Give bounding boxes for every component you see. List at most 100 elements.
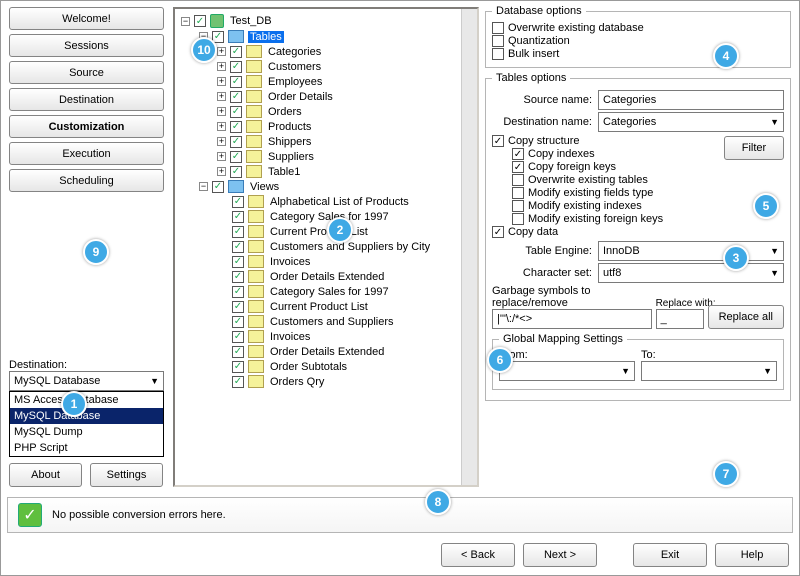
checkbox[interactable]: ✓ bbox=[232, 301, 244, 313]
tree-table-item[interactable]: +✓Customers bbox=[217, 59, 477, 74]
nav-source[interactable]: Source bbox=[9, 61, 164, 84]
collapse-icon[interactable]: − bbox=[199, 32, 208, 41]
expand-icon[interactable]: + bbox=[217, 62, 226, 71]
checkbox[interactable]: ✓ bbox=[232, 256, 244, 268]
checkbox[interactable]: ✓ bbox=[232, 361, 244, 373]
charset-select[interactable]: utf8▼ bbox=[598, 263, 784, 283]
checkbox[interactable]: ✓ bbox=[230, 151, 242, 163]
checkbox[interactable]: ✓ bbox=[230, 91, 242, 103]
tree-table-item[interactable]: +✓Employees bbox=[217, 74, 477, 89]
destination-select[interactable]: MySQL Database ▼ bbox=[9, 371, 164, 391]
tree-view-item[interactable]: ✓Alphabetical List of Products bbox=[217, 194, 477, 209]
checkbox[interactable]: ✓ bbox=[230, 166, 242, 178]
garbage-input[interactable]: |'"\:/*<> bbox=[492, 309, 652, 329]
tree-view-item[interactable]: ✓Order Details Extended bbox=[217, 269, 477, 284]
checkbox[interactable]: ✓ bbox=[230, 61, 242, 73]
nav-scheduling[interactable]: Scheduling bbox=[9, 169, 164, 192]
expand-icon[interactable]: + bbox=[217, 47, 226, 56]
tree-pane[interactable]: −✓Test_DB −✓Tables +✓Categories+✓Custome… bbox=[173, 7, 479, 487]
tree-view-item[interactable]: ✓Orders Qry bbox=[217, 374, 477, 389]
checkbox[interactable]: ✓ bbox=[194, 15, 206, 27]
tree-view-item[interactable]: ✓Order Details Extended bbox=[217, 344, 477, 359]
scrollbar[interactable] bbox=[461, 9, 477, 485]
tree-view-item[interactable]: ✓Current Product List bbox=[217, 224, 477, 239]
checkbox[interactable]: ✓ bbox=[212, 31, 224, 43]
tree-view-item[interactable]: ✓Customers and Suppliers bbox=[217, 314, 477, 329]
copy-fk-checkbox[interactable]: ✓Copy foreign keys bbox=[512, 161, 718, 173]
table-engine-select[interactable]: InnoDB▼ bbox=[598, 241, 784, 261]
dest-opt-mysql[interactable]: MySQL Database bbox=[10, 408, 163, 424]
tree-table-item[interactable]: +✓Orders bbox=[217, 104, 477, 119]
tree-view-item[interactable]: ✓Order Subtotals bbox=[217, 359, 477, 374]
quantization-checkbox[interactable]: Quantization bbox=[492, 35, 784, 47]
collapse-icon[interactable]: − bbox=[181, 17, 190, 26]
about-button[interactable]: About bbox=[9, 463, 82, 487]
checkbox[interactable]: ✓ bbox=[232, 346, 244, 358]
checkbox[interactable]: ✓ bbox=[232, 316, 244, 328]
checkbox[interactable]: ✓ bbox=[232, 196, 244, 208]
help-button[interactable]: Help bbox=[715, 543, 789, 567]
nav-customization[interactable]: Customization bbox=[9, 115, 164, 138]
checkbox[interactable]: ✓ bbox=[232, 211, 244, 223]
exit-button[interactable]: Exit bbox=[633, 543, 707, 567]
expand-icon[interactable]: + bbox=[217, 137, 226, 146]
checkbox[interactable]: ✓ bbox=[232, 271, 244, 283]
tree-root[interactable]: −✓Test_DB bbox=[181, 13, 477, 29]
nav-welcome[interactable]: Welcome! bbox=[9, 7, 164, 30]
expand-icon[interactable]: + bbox=[217, 92, 226, 101]
dest-name-select[interactable]: Categories▼ bbox=[598, 112, 784, 132]
tree-view-item[interactable]: ✓Category Sales for 1997 bbox=[217, 284, 477, 299]
copy-structure-checkbox[interactable]: ✓Copy structure bbox=[492, 135, 718, 147]
checkbox[interactable]: ✓ bbox=[232, 241, 244, 253]
checkbox[interactable]: ✓ bbox=[232, 376, 244, 388]
expand-icon[interactable]: + bbox=[217, 152, 226, 161]
tree-view-item[interactable]: ✓Current Product List bbox=[217, 299, 477, 314]
tree-view-item[interactable]: ✓Invoices bbox=[217, 329, 477, 344]
copy-data-checkbox[interactable]: ✓Copy data bbox=[492, 226, 718, 238]
back-button[interactable]: < Back bbox=[441, 543, 515, 567]
settings-button[interactable]: Settings bbox=[90, 463, 163, 487]
tree-tables[interactable]: −✓Tables bbox=[199, 29, 477, 44]
tree-table-item[interactable]: +✓Table1 bbox=[217, 164, 477, 179]
checkbox[interactable]: ✓ bbox=[230, 121, 242, 133]
tree-view-item[interactable]: ✓Category Sales for 1997 bbox=[217, 209, 477, 224]
checkbox[interactable]: ✓ bbox=[230, 76, 242, 88]
modify-indexes-checkbox[interactable]: Modify existing indexes bbox=[512, 200, 718, 212]
nav-destination[interactable]: Destination bbox=[9, 88, 164, 111]
dest-opt-php[interactable]: PHP Script bbox=[10, 440, 163, 456]
collapse-icon[interactable]: − bbox=[199, 182, 208, 191]
bulk-insert-checkbox[interactable]: Bulk insert bbox=[492, 48, 784, 60]
checkbox[interactable]: ✓ bbox=[230, 136, 242, 148]
mapping-from-select[interactable]: ▼ bbox=[499, 361, 635, 381]
nav-sessions[interactable]: Sessions bbox=[9, 34, 164, 57]
modify-fk-checkbox[interactable]: Modify existing foreign keys bbox=[512, 213, 718, 225]
dest-opt-mysqldump[interactable]: MySQL Dump bbox=[10, 424, 163, 440]
overwrite-tables-checkbox[interactable]: Overwrite existing tables bbox=[512, 174, 718, 186]
dest-opt-msaccess[interactable]: MS Access Database bbox=[10, 392, 163, 408]
next-button[interactable]: Next > bbox=[523, 543, 597, 567]
copy-indexes-checkbox[interactable]: ✓Copy indexes bbox=[512, 148, 718, 160]
expand-icon[interactable]: + bbox=[217, 77, 226, 86]
tree-table-item[interactable]: +✓Shippers bbox=[217, 134, 477, 149]
tree-table-item[interactable]: +✓Suppliers bbox=[217, 149, 477, 164]
filter-button[interactable]: Filter bbox=[724, 136, 784, 160]
tree-table-item[interactable]: +✓Products bbox=[217, 119, 477, 134]
mapping-to-select[interactable]: ▼ bbox=[641, 361, 777, 381]
checkbox[interactable]: ✓ bbox=[232, 331, 244, 343]
tree-view-item[interactable]: ✓Invoices bbox=[217, 254, 477, 269]
nav-execution[interactable]: Execution bbox=[9, 142, 164, 165]
expand-icon[interactable]: + bbox=[217, 167, 226, 176]
tree-view-item[interactable]: ✓Customers and Suppliers by City bbox=[217, 239, 477, 254]
expand-icon[interactable]: + bbox=[217, 107, 226, 116]
tree-views[interactable]: −✓Views bbox=[199, 179, 477, 194]
replace-with-input[interactable]: _ bbox=[656, 309, 704, 329]
tree-table-item[interactable]: +✓Categories bbox=[217, 44, 477, 59]
checkbox[interactable]: ✓ bbox=[230, 106, 242, 118]
checkbox[interactable]: ✓ bbox=[212, 181, 224, 193]
checkbox[interactable]: ✓ bbox=[232, 286, 244, 298]
checkbox[interactable]: ✓ bbox=[232, 226, 244, 238]
modify-fields-checkbox[interactable]: Modify existing fields type bbox=[512, 187, 718, 199]
replace-all-button[interactable]: Replace all bbox=[708, 305, 784, 329]
destination-dropdown-list[interactable]: MS Access Database MySQL Database MySQL … bbox=[9, 391, 164, 457]
overwrite-db-checkbox[interactable]: Overwrite existing database bbox=[492, 22, 784, 34]
